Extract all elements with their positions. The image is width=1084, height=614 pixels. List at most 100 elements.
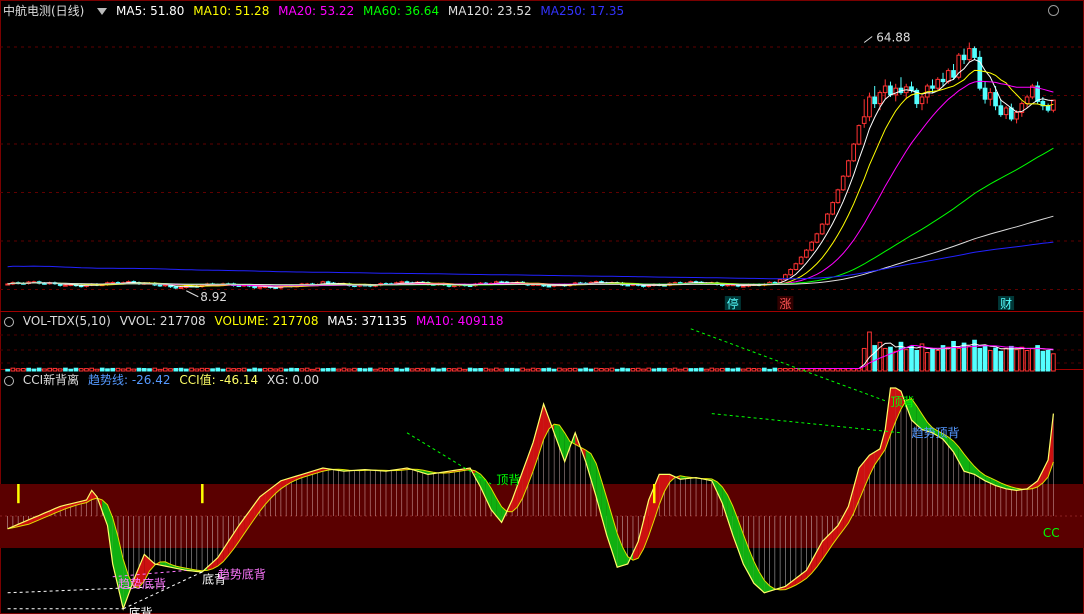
xg-label: XG: 0.00 <box>267 373 320 387</box>
volume-bar <box>325 368 331 372</box>
volume-bar <box>478 368 483 372</box>
candle-body <box>63 284 68 287</box>
ma10-line <box>7 69 1054 288</box>
candle-body <box>951 70 956 78</box>
divergence-label: 底背 <box>128 605 152 614</box>
volume-bar <box>714 368 720 372</box>
divergence-line <box>690 328 886 402</box>
dropdown-triangle-icon[interactable] <box>97 8 108 15</box>
volume-bar <box>982 345 988 372</box>
candle-body <box>451 285 457 288</box>
xg-signal-bar <box>201 484 204 504</box>
volume-bar <box>651 368 657 372</box>
ma20-label: MA20: 53.22 <box>278 4 355 18</box>
volume-bar <box>909 345 914 372</box>
indicator-circle-icon[interactable] <box>4 316 14 327</box>
volume-bar <box>446 368 452 372</box>
candle-body <box>998 105 1004 116</box>
candle-body <box>867 96 872 118</box>
candle-body <box>740 285 746 288</box>
volume-bar <box>388 368 394 372</box>
volume-bar <box>756 368 762 372</box>
candle-body <box>399 281 405 284</box>
divergence-line <box>711 413 902 434</box>
candle-body <box>882 85 888 94</box>
ma120-line <box>7 215 1054 286</box>
volume-bar <box>867 331 872 372</box>
volume-bar <box>987 350 993 372</box>
volume-bar <box>914 350 920 372</box>
low-price-label: 8.92 <box>200 290 227 304</box>
volume-bar <box>430 367 436 372</box>
ma10-label: MA10: 51.28 <box>193 4 270 18</box>
volume-bar <box>861 347 867 372</box>
volume-bar <box>998 350 1004 372</box>
ma20-line <box>7 80 1054 287</box>
volume-bar <box>483 367 489 372</box>
volume-bar <box>578 368 583 372</box>
candle-body <box>809 241 814 251</box>
candle-body <box>1014 111 1019 120</box>
cci-panel-header: CCI新背离 趋势线: -26.42 CCI值: -46.14 XG: 0.00 <box>0 371 324 389</box>
candle-body <box>1045 105 1051 111</box>
candle-body <box>872 96 878 105</box>
panel-settings-icon[interactable] <box>1048 5 1059 16</box>
candle-body <box>325 281 331 284</box>
volume-bar <box>614 368 620 372</box>
candle-body <box>625 284 631 287</box>
volume-bar <box>788 368 793 372</box>
indicator-circle-icon[interactable] <box>4 375 14 386</box>
cci-value-label: CCI值: -46.14 <box>179 373 259 387</box>
volume-bar <box>719 367 725 372</box>
volume-bar <box>888 346 893 372</box>
volume-bar <box>399 368 405 372</box>
volume-bar <box>1014 349 1019 372</box>
candle-body <box>840 175 846 191</box>
volume-bar <box>730 368 736 372</box>
volume-bar <box>620 367 625 372</box>
divergence-label: 趋势底背 <box>118 576 166 591</box>
volume-bar <box>672 367 678 372</box>
volume-bar <box>945 346 951 372</box>
volume-bar <box>404 367 410 372</box>
volume-bar <box>441 367 447 372</box>
low-pointer <box>186 290 199 298</box>
volume-bar <box>394 367 399 372</box>
volume-bar <box>494 367 499 372</box>
ma120-label: MA120: 23.52 <box>447 4 532 18</box>
event-marker: 财 <box>1000 297 1012 311</box>
volume-bar <box>567 367 573 372</box>
volume-bar <box>740 368 746 372</box>
candle-body <box>788 268 793 276</box>
volume-bar <box>551 368 557 372</box>
volume-bar <box>735 367 741 372</box>
volume-bar <box>378 367 384 372</box>
candle-body <box>993 92 998 107</box>
candle-body <box>961 54 967 61</box>
volume-bar <box>940 345 946 372</box>
candle-body <box>157 284 163 287</box>
volume-bar <box>520 367 525 372</box>
volume-bar <box>662 367 667 372</box>
candle-body <box>178 286 184 289</box>
volume-bar <box>588 368 594 372</box>
volume-bar <box>467 367 473 372</box>
candle-body <box>877 92 883 105</box>
volume-bar <box>472 368 478 372</box>
volume-bar <box>641 368 646 372</box>
volume-bar <box>872 345 878 372</box>
volume-bar <box>572 367 578 372</box>
candle-body <box>851 143 857 162</box>
volume-bar <box>935 350 941 372</box>
volume-bar <box>346 368 352 372</box>
volume-bar <box>383 368 389 372</box>
volume-bar <box>420 367 426 372</box>
candle-body <box>935 78 941 89</box>
volume-bar <box>451 368 457 372</box>
volume-bar <box>1019 346 1025 372</box>
volume-bar <box>462 368 468 372</box>
candle-body <box>888 85 893 96</box>
volume-layer <box>5 331 1056 372</box>
volume-bar <box>599 368 604 372</box>
volume-bar <box>593 367 599 372</box>
